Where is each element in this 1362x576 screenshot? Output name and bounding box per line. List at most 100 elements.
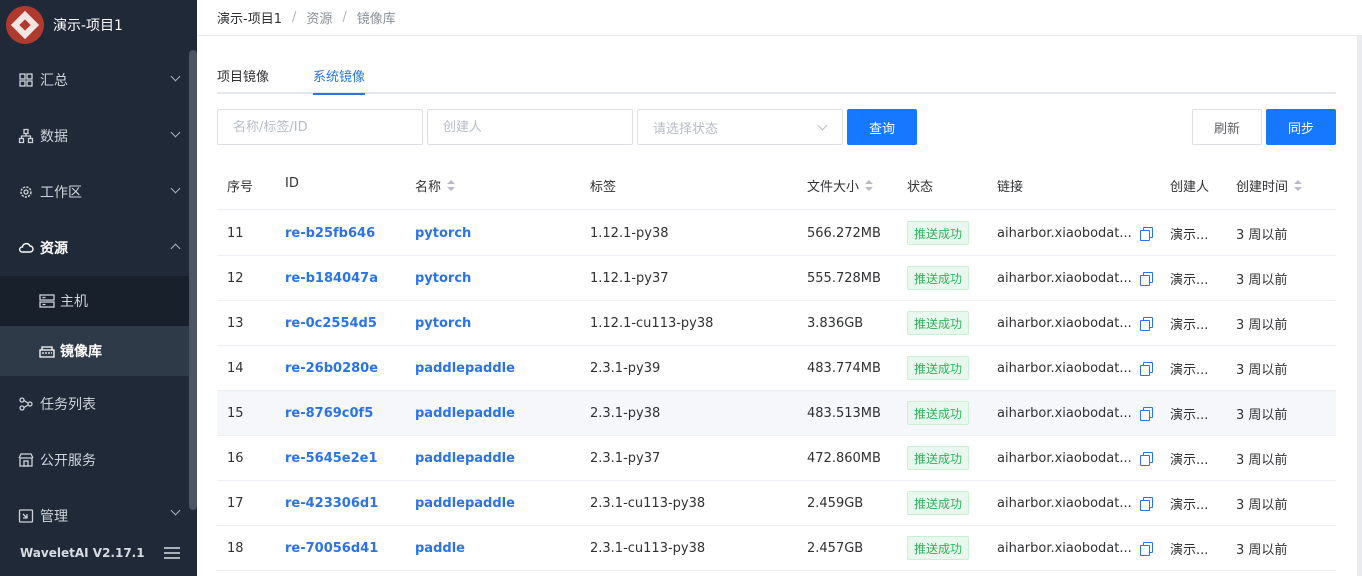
table-row[interactable]: 11 re-b25fb646 pytorch 1.12.1-py38 566.2…: [217, 211, 1336, 256]
status-select[interactable]: 请选择状态: [637, 109, 843, 145]
column-header-created[interactable]: 创建时间: [1236, 176, 1303, 195]
copy-icon[interactable]: [1139, 316, 1153, 331]
breadcrumb-resources[interactable]: 资源: [306, 8, 332, 27]
sidebar-scrollbar[interactable]: [189, 50, 197, 510]
sidebar-item-resources[interactable]: 资源: [0, 220, 189, 276]
gear-icon: [20, 186, 32, 198]
cell-status: 推送成功: [907, 481, 970, 525]
copy-icon[interactable]: [1139, 226, 1153, 241]
sidebar-item-hosts[interactable]: 主机: [0, 276, 189, 326]
grid-icon: [19, 73, 33, 87]
brand[interactable]: 演示-项目1: [0, 0, 197, 50]
cell-name-link[interactable]: paddlepaddle: [415, 391, 515, 435]
cell-creator: 演示...: [1170, 452, 1209, 468]
cell-name-link[interactable]: paddlepaddle: [415, 436, 515, 480]
cell-name-link[interactable]: pytorch: [415, 211, 471, 255]
breadcrumb-separator: /: [291, 10, 297, 25]
cell-tag: 2.3.1-py39: [590, 360, 661, 376]
copy-icon[interactable]: [1139, 406, 1153, 421]
cell-id-link[interactable]: re-b184047a: [285, 256, 378, 300]
table-row[interactable]: 17 re-423306d1 paddlepaddle 2.3.1-cu113-…: [217, 481, 1336, 526]
sidebar-item-summary[interactable]: 汇总: [0, 52, 189, 108]
table-header: 序号 ID 名称 标签 文件大小 状态 链接 创建人 创建时间: [217, 160, 1336, 210]
table-row[interactable]: 15 re-8769c0f5 paddlepaddle 2.3.1-py38 4…: [217, 391, 1336, 436]
cell-status: 推送成功: [907, 436, 970, 480]
sidebar-item-data[interactable]: 数据: [0, 108, 189, 164]
sidebar-item-tasks[interactable]: 任务列表: [0, 376, 189, 432]
cell-tag: 1.12.1-py38: [590, 225, 669, 241]
sidebar-item-image-registry[interactable]: 镜像库: [0, 326, 189, 376]
store-icon: [18, 453, 34, 467]
cell-name-link[interactable]: pytorch: [415, 301, 471, 345]
cell-name-link[interactable]: pytorch: [415, 256, 471, 300]
cell-name-link[interactable]: paddlepaddle: [415, 346, 515, 390]
cell-name-link[interactable]: paddlepaddle: [415, 481, 515, 525]
copy-icon[interactable]: [1139, 361, 1153, 376]
cell-name-link[interactable]: paddle: [415, 526, 465, 570]
cell-id-link[interactable]: re-b25fb646: [285, 211, 375, 255]
chevron-down-icon: [170, 71, 181, 82]
collapse-menu-icon[interactable]: [164, 547, 180, 559]
cell-id-link[interactable]: re-0c2554d5: [285, 301, 377, 345]
copy-icon[interactable]: [1139, 271, 1153, 286]
copy-icon[interactable]: [1139, 451, 1153, 466]
chevron-up-icon: [170, 243, 181, 254]
status-badge: 推送成功: [907, 311, 970, 335]
sync-button[interactable]: 同步: [1266, 109, 1336, 145]
cell-tag: 2.3.1-cu113-py38: [590, 495, 706, 511]
cell-link: aiharbor.xiaobodat...: [997, 436, 1153, 480]
sidebar-item-label: 资源: [40, 241, 68, 257]
creator-input[interactable]: [443, 119, 632, 135]
tasks-icon: [19, 397, 33, 411]
status-badge: 推送成功: [907, 356, 970, 380]
cell-created: 3 周以前: [1236, 362, 1288, 378]
cell-size: 483.513MB: [807, 405, 881, 421]
cell-no: 13: [227, 315, 244, 331]
sort-icon[interactable]: [865, 179, 874, 192]
table-row[interactable]: 18 re-70056d41 paddle 2.3.1-cu113-py38 2…: [217, 526, 1336, 571]
table-row[interactable]: 14 re-26b0280e paddlepaddle 2.3.1-py39 4…: [217, 346, 1336, 391]
cell-id-link[interactable]: re-423306d1: [285, 481, 378, 525]
column-header-name[interactable]: 名称: [415, 176, 456, 195]
cell-tag: 2.3.1-py38: [590, 405, 661, 421]
tab-project-images[interactable]: 项目镜像: [217, 66, 269, 93]
link-text: aiharbor.xiaobodat...: [997, 315, 1132, 331]
column-header-link: 链接: [997, 180, 1024, 195]
page-scrollbar[interactable]: [1357, 36, 1362, 576]
table-row[interactable]: 12 re-b184047a pytorch 1.12.1-py37 555.7…: [217, 256, 1336, 301]
sidebar-item-public-services[interactable]: 公开服务: [0, 432, 189, 488]
cell-id-link[interactable]: re-5645e2e1: [285, 436, 378, 480]
name-search-input[interactable]: [233, 119, 422, 135]
cell-creator: 演示...: [1170, 407, 1209, 423]
cell-id-link[interactable]: re-26b0280e: [285, 346, 378, 390]
cell-status: 推送成功: [907, 256, 970, 300]
sort-icon[interactable]: [447, 179, 456, 192]
cell-size: 3.836GB: [807, 315, 864, 331]
cell-no: 11: [227, 225, 244, 241]
column-header-size[interactable]: 文件大小: [807, 176, 874, 195]
copy-icon[interactable]: [1139, 496, 1153, 511]
cell-size: 472.860MB: [807, 450, 881, 466]
refresh-button[interactable]: 刷新: [1192, 109, 1262, 145]
main-content: 项目镜像 系统镜像 请选择状态 查询 刷新 同步 序号 ID 名称 标签 文件大…: [197, 36, 1362, 576]
cell-link: aiharbor.xiaobodat...: [997, 346, 1153, 390]
hierarchy-icon: [18, 128, 34, 144]
chevron-down-icon: [817, 120, 828, 131]
cell-size: 2.459GB: [807, 495, 864, 511]
sort-icon[interactable]: [1294, 179, 1303, 192]
query-button[interactable]: 查询: [847, 109, 917, 145]
cell-id-link[interactable]: re-8769c0f5: [285, 391, 373, 435]
cell-link: aiharbor.xiaobodat...: [997, 391, 1153, 435]
sidebar-item-label: 公开服务: [40, 453, 96, 469]
breadcrumb-project[interactable]: 演示-项目1: [217, 8, 282, 27]
name-search-field[interactable]: [217, 109, 423, 145]
sidebar-item-workspace[interactable]: 工作区: [0, 164, 189, 220]
creator-field[interactable]: [427, 109, 633, 145]
table-row[interactable]: 16 re-5645e2e1 paddlepaddle 2.3.1-py37 4…: [217, 436, 1336, 481]
sidebar-item-label: 镜像库: [60, 344, 102, 360]
column-header-label: 名称: [415, 180, 442, 195]
table-row[interactable]: 13 re-0c2554d5 pytorch 1.12.1-cu113-py38…: [217, 301, 1336, 346]
cell-id-link[interactable]: re-70056d41: [285, 526, 378, 570]
copy-icon[interactable]: [1139, 541, 1153, 556]
tab-system-images[interactable]: 系统镜像: [313, 66, 366, 95]
